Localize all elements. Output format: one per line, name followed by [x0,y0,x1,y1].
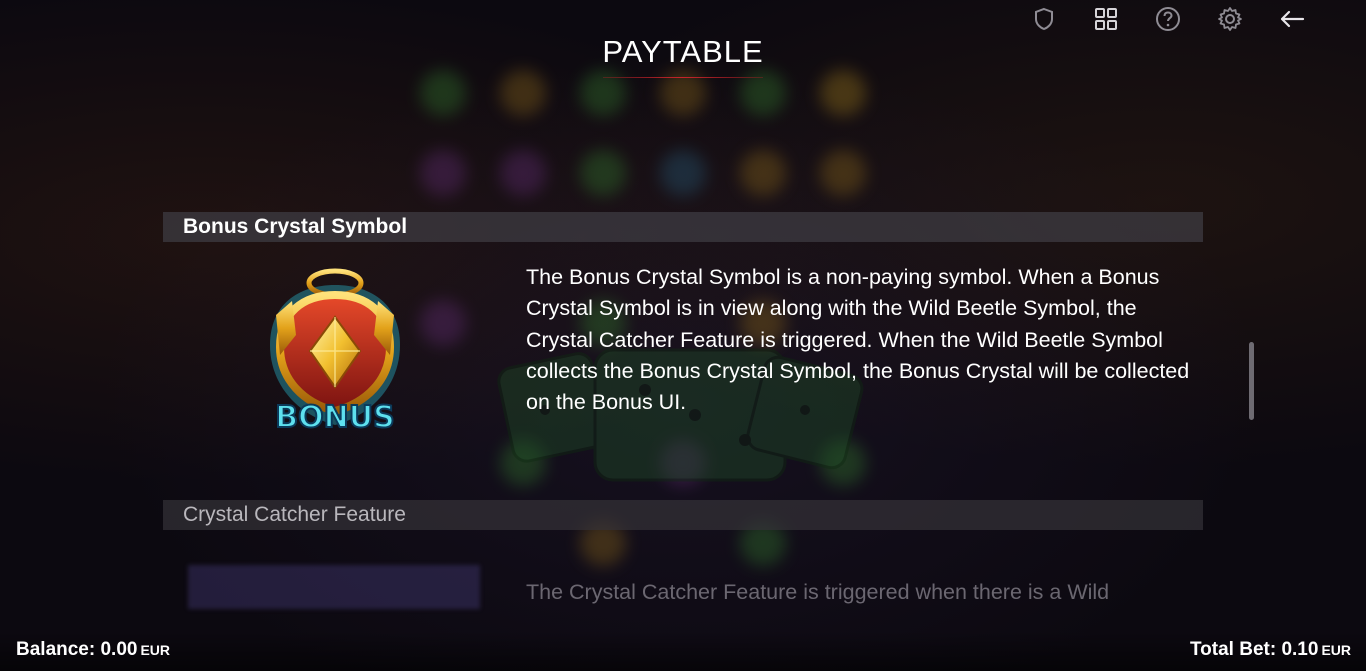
balance-currency: EUR [140,642,171,658]
grid-icon[interactable] [1090,3,1122,35]
section-heading: Bonus Crystal Symbol [183,215,408,238]
bonus-crystal-symbol-image: BONUS [270,268,400,436]
section-header-bonus-crystal: Bonus Crystal Symbol [163,212,1203,242]
total-bet-currency: EUR [1321,642,1351,658]
total-bet-display: Total Bet: 0.10 EUR [1190,639,1351,661]
settings-icon[interactable] [1214,3,1246,35]
section-heading: Crystal Catcher Feature [183,503,406,526]
total-bet-value: 0.10 [1281,639,1319,660]
back-arrow-icon[interactable] [1276,3,1308,35]
total-bet-label: Total Bet: [1189,639,1277,660]
shield-icon[interactable] [1028,3,1060,35]
section-header-crystal-catcher: Crystal Catcher Feature [163,500,1203,530]
paytable-content[interactable]: Bonus Crystal Symbol BONUS The Bonus Cry… [0,117,1366,617]
help-icon[interactable] [1152,3,1184,35]
title-underline [603,77,763,78]
balance-value: 0.00 [100,639,138,660]
balance-label: Balance: [16,639,96,660]
balance-display: Balance: 0.00 EUR [16,639,170,661]
top-toolbar [1028,0,1308,38]
bonus-symbol-label: BONUS [275,400,394,435]
previous-symbol-image [272,117,398,141]
footer-bar [0,631,1366,671]
paytable-screen: PAYTABLE Bonus Crystal Symbol BONUS The … [0,0,1366,671]
crystal-catcher-feature-image [188,565,480,609]
bonus-crystal-description: The Bonus Crystal Symbol is a non-paying… [526,265,1190,415]
page-title: PAYTABLE [602,34,764,69]
crystal-catcher-description: The Crystal Catcher Feature is triggered… [526,580,1110,604]
scrollbar-thumb[interactable] [1249,342,1254,420]
